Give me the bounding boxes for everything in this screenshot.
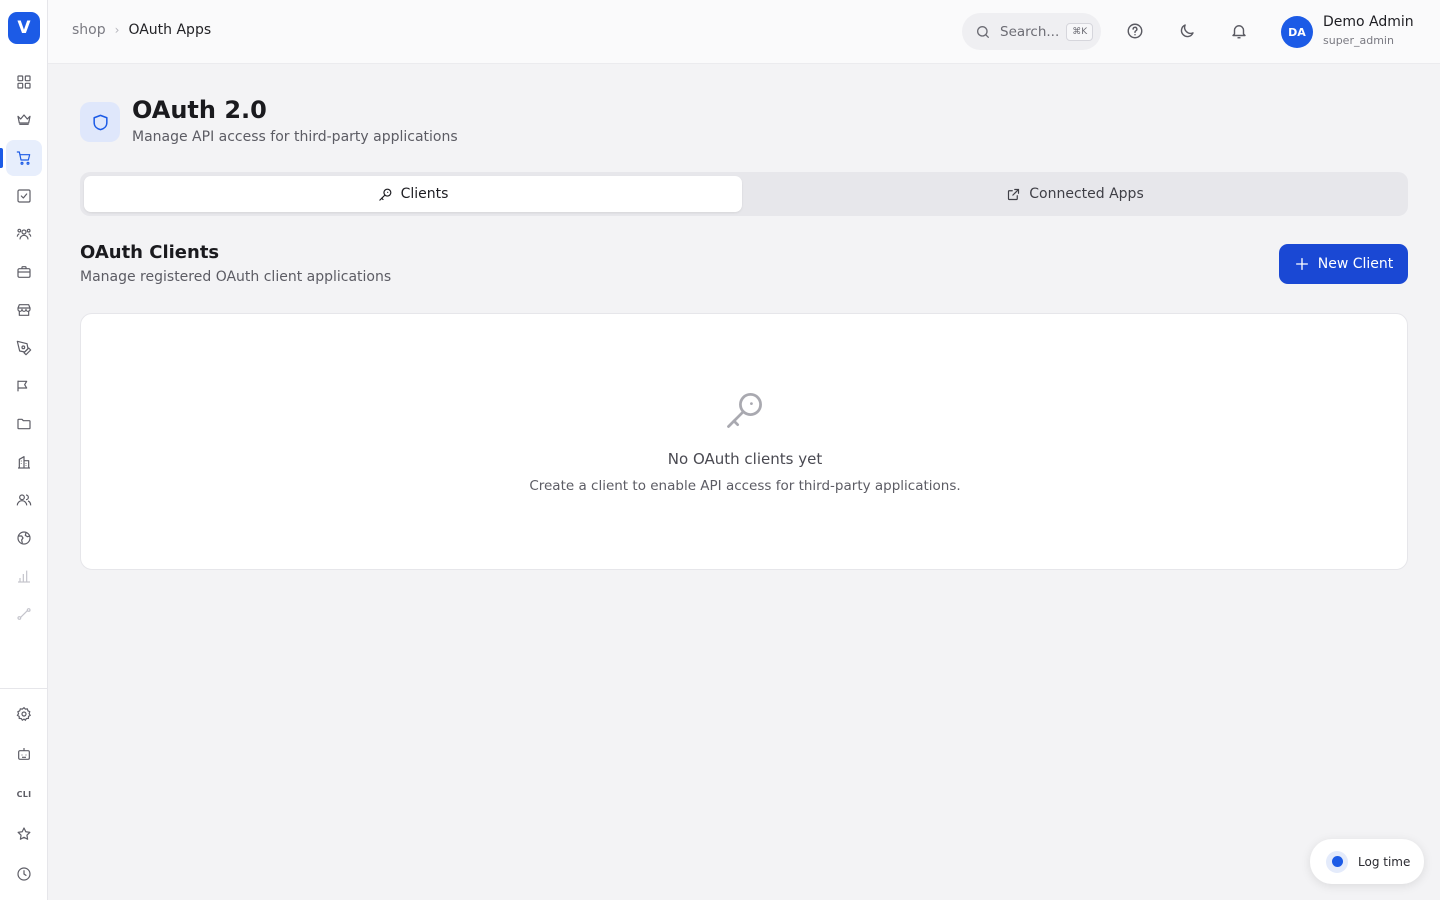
top-bar: shop › OAuth Apps Search... ⌘K DA Demo A… [48,0,1440,64]
page-header-icon [80,102,120,142]
globe-icon [17,531,31,545]
settings-icon [16,706,32,722]
bell-icon [1232,25,1246,39]
page-subtitle: Manage API access for third-party applic… [132,129,458,145]
external-link-icon [1008,188,1020,200]
cli-icon: CLI [16,789,32,799]
sidebar-item-bot[interactable] [6,736,42,772]
search-input[interactable]: Search... ⌘K [962,13,1101,50]
sidebar-item-contacts[interactable] [6,216,42,252]
key-icon [727,393,762,428]
crown-icon [17,114,31,125]
shopping-cart-icon [16,151,31,165]
briefcase-icon [17,266,31,278]
search-placeholder: Search... [1000,23,1060,40]
sidebar-item-history[interactable] [6,856,42,892]
notifications-button[interactable] [1229,20,1249,42]
checkbox-icon [17,189,31,203]
tab-connected-apps[interactable]: Connected Apps [746,176,1404,212]
breadcrumb-separator-icon: › [114,23,120,37]
dashboard-icon [17,75,31,89]
building-icon [18,456,30,469]
empty-state-message: Create a client to enable API access for… [529,478,961,494]
log-time-label: Log time [1358,854,1411,869]
plus-icon [1295,258,1308,270]
sidebar-item-marketing[interactable] [6,368,42,404]
star-icon [17,827,31,840]
user-name[interactable]: Demo Admin [1323,14,1414,30]
bar-chart-icon [18,570,30,583]
page-title: OAuth 2.0 [132,96,267,124]
breadcrumb: shop › OAuth Apps [72,22,211,38]
sidebar-item-company[interactable] [6,444,42,480]
breadcrumb-current: OAuth Apps [128,22,212,38]
breadcrumb-parent[interactable]: shop [72,22,106,38]
sidebar-item-store[interactable] [6,292,42,328]
sidebar-item-crown[interactable] [6,101,42,137]
search-icon [977,25,989,38]
bot-icon [18,748,30,760]
new-client-button[interactable]: New Client [1279,244,1408,284]
shield-icon [92,114,108,130]
avatar[interactable]: DA [1281,16,1313,48]
sidebar: V CLI [0,0,48,900]
section-title: OAuth Clients [80,242,220,263]
sidebar-item-analytics[interactable] [6,558,42,594]
user-role: super_admin [1323,34,1394,47]
pen-tool-icon [16,340,32,356]
sidebar-item-design[interactable] [6,330,42,366]
folder-icon [17,418,31,430]
tab-clients[interactable]: Clients [84,176,742,212]
sidebar-item-web[interactable] [6,520,42,556]
route-icon [17,608,31,620]
tab-list: Clients Connected Apps [80,172,1408,216]
empty-state-card: No OAuth clients yet Create a client to … [80,313,1408,570]
sidebar-item-shop[interactable] [6,140,42,176]
store-icon [17,304,31,316]
sidebar-item-tasks[interactable] [6,178,42,214]
app-logo[interactable]: V [8,12,40,44]
tab-clients-label: Clients [400,186,449,202]
sidebar-item-cli[interactable]: CLI [6,776,42,812]
sidebar-item-products[interactable] [6,254,42,290]
search-shortcut: ⌘K [1066,22,1094,41]
timer-icon [1326,850,1348,873]
moon-icon [1180,24,1194,38]
sidebar-item-team[interactable] [6,482,42,518]
users-group-icon [16,228,32,240]
tab-connected-apps-label: Connected Apps [1029,186,1144,202]
section-subtitle: Manage registered OAuth client applicati… [80,269,392,285]
sidebar-item-dashboard[interactable] [6,64,42,100]
key-icon [378,188,391,201]
sidebar-divider [0,688,47,689]
sidebar-item-settings[interactable] [6,696,42,732]
sidebar-item-routes[interactable] [6,596,42,632]
active-indicator [0,148,3,168]
help-button[interactable] [1125,20,1145,42]
team-icon [16,494,32,506]
megaphone-icon [17,380,28,392]
empty-state-title: No OAuth clients yet [667,450,823,468]
theme-toggle-button[interactable] [1177,20,1197,42]
sidebar-item-favorites[interactable] [6,816,42,852]
clock-icon [17,867,31,881]
log-time-button[interactable]: Log time [1310,839,1424,884]
sidebar-item-files[interactable] [6,406,42,442]
new-client-label: New Client [1317,256,1394,272]
help-icon [1127,23,1143,39]
